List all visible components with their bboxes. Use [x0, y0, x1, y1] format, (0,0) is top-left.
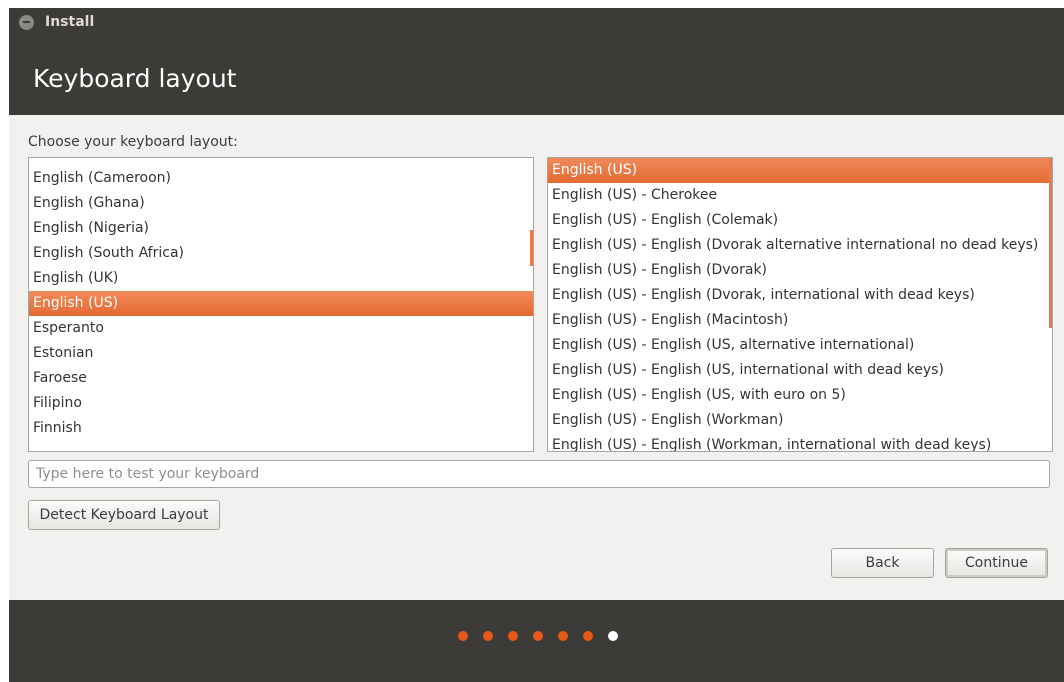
- variant-list-item[interactable]: English (US) - English (Dvorak): [548, 258, 1052, 283]
- layout-prompt: Choose your keyboard layout:: [28, 134, 238, 150]
- variant-list-item[interactable]: English (US) - English (US, with euro on…: [548, 383, 1052, 408]
- progress-dot: [483, 631, 493, 641]
- variant-list-item[interactable]: English (US): [548, 158, 1052, 183]
- installer-window: Install Keyboard layout Choose your keyb…: [9, 8, 1064, 682]
- progress-footer: [9, 600, 1064, 682]
- variant-list-item[interactable]: English (US) - English (Colemak): [548, 208, 1052, 233]
- variant-list[interactable]: English (US) English (US) - Cherokee Engli…: [547, 157, 1053, 452]
- layout-list-item[interactable]: English (South Africa): [29, 241, 533, 266]
- progress-dot: [533, 631, 543, 641]
- layout-list-item[interactable]: English (Cameroon): [29, 166, 533, 191]
- layout-list-item[interactable]: English (US): [29, 291, 533, 316]
- progress-dot: [508, 631, 518, 641]
- variant-list-item[interactable]: English (US) - English (Macintosh): [548, 308, 1052, 333]
- page-title: Keyboard layout: [33, 64, 237, 93]
- variant-list-item[interactable]: English (US) - English (US, alternative …: [548, 333, 1052, 358]
- layout-list-item[interactable]: English (Ghana): [29, 191, 533, 216]
- variant-list-item[interactable]: English (US) - Cherokee: [548, 183, 1052, 208]
- variant-list-item[interactable]: English (US) - English (US, internationa…: [548, 358, 1052, 383]
- variant-list-item[interactable]: English (US) - English (Dvorak alternati…: [548, 233, 1052, 258]
- title-bar: Install: [9, 8, 1064, 36]
- layout-list-item[interactable]: English (Nigeria): [29, 216, 533, 241]
- page-header: Keyboard layout: [9, 36, 1064, 115]
- window-title: Install: [45, 14, 95, 30]
- layout-list-item[interactable]: English (UK): [29, 266, 533, 291]
- close-icon[interactable]: [19, 14, 34, 30]
- progress-dots: [458, 631, 618, 641]
- progress-dot: [583, 631, 593, 641]
- progress-dot-current: [608, 631, 618, 641]
- variant-list-scrollbar[interactable]: [1049, 158, 1052, 328]
- progress-dot: [458, 631, 468, 641]
- layout-list[interactable]: English (Cameroon) English (Ghana) English…: [28, 157, 534, 452]
- continue-button[interactable]: Continue: [945, 548, 1048, 578]
- layout-list-item[interactable]: Filipino: [29, 391, 533, 416]
- variant-list-rows: English (US) English (US) - Cherokee Engli…: [548, 158, 1052, 451]
- variant-list-item[interactable]: English (US) - English (Workman, interna…: [548, 433, 1052, 451]
- variant-list-item[interactable]: English (US) - English (Workman): [548, 408, 1052, 433]
- layout-list-rows: English (Cameroon) English (Ghana) English…: [29, 166, 533, 441]
- layout-list-item[interactable]: Esperanto: [29, 316, 533, 341]
- variant-list-item[interactable]: English (US) - English (Dvorak, internat…: [548, 283, 1052, 308]
- layout-list-item[interactable]: Faroese: [29, 366, 533, 391]
- layout-list-scrollbar[interactable]: [530, 230, 533, 266]
- layout-list-item[interactable]: Finnish: [29, 416, 533, 441]
- layout-list-item[interactable]: Estonian: [29, 341, 533, 366]
- detect-layout-button[interactable]: Detect Keyboard Layout: [28, 500, 220, 530]
- progress-dot: [558, 631, 568, 641]
- back-button[interactable]: Back: [831, 548, 934, 578]
- keyboard-test-input[interactable]: [28, 460, 1050, 488]
